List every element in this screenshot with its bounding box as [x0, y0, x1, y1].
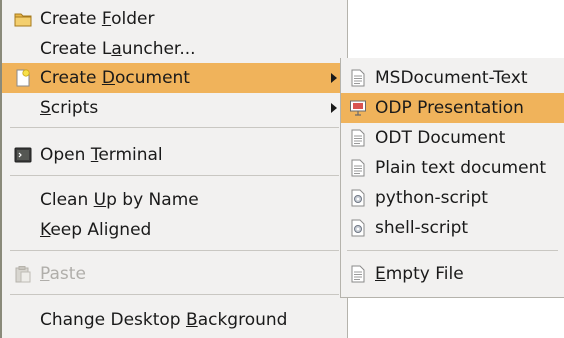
odt-document-item[interactable]: ODT Document [341, 123, 564, 153]
text-document-icon [349, 69, 367, 87]
create-document-item[interactable]: Create Document [2, 63, 347, 93]
odt-document-label: ODT Document [375, 128, 506, 148]
create-document-submenu: MSDocument-Text ODP Presentation ODT Doc… [340, 58, 564, 298]
shell-script-item[interactable]: shell-script [341, 213, 564, 243]
menu-separator [347, 250, 558, 251]
text-document-icon [349, 159, 367, 177]
text-document-icon [349, 265, 367, 283]
menu-separator [10, 294, 339, 295]
terminal-icon [14, 146, 32, 164]
keep-aligned-item[interactable]: Keep Aligned [2, 215, 347, 245]
submenu-arrow-icon [331, 103, 337, 113]
empty-file-item[interactable]: Empty File [341, 259, 564, 289]
odp-presentation-label: ODP Presentation [375, 98, 524, 118]
desktop-context-menu: Create Folder Create Launcher... Create … [0, 0, 348, 338]
menu-separator [10, 175, 339, 176]
paste-label: Paste [40, 264, 86, 284]
clean-up-by-name-item[interactable]: Clean Up by Name [2, 185, 347, 215]
presentation-icon [349, 99, 367, 117]
script-icon [349, 219, 367, 237]
shell-script-label: shell-script [375, 218, 469, 238]
create-document-label: Create Document [40, 68, 190, 88]
new-document-icon [14, 69, 32, 87]
python-script-item[interactable]: python-script [341, 183, 564, 213]
msdocument-text-label: MSDocument-Text [375, 68, 528, 88]
clean-up-by-name-label: Clean Up by Name [40, 190, 199, 210]
create-folder-label: Create Folder [40, 9, 155, 29]
plain-text-document-label: Plain text document [375, 158, 547, 178]
script-icon [349, 189, 367, 207]
scripts-label: Scripts [40, 98, 99, 118]
folder-icon [14, 10, 32, 28]
open-terminal-item[interactable]: Open Terminal [2, 140, 347, 170]
create-launcher-label: Create Launcher... [40, 39, 196, 59]
create-folder-item[interactable]: Create Folder [2, 4, 347, 34]
create-launcher-item[interactable]: Create Launcher... [2, 34, 347, 64]
scripts-item[interactable]: Scripts [2, 93, 347, 123]
paste-icon [14, 265, 32, 283]
change-desktop-background-item[interactable]: Change Desktop Background [2, 305, 347, 335]
text-document-icon [349, 129, 367, 147]
keep-aligned-label: Keep Aligned [40, 220, 152, 240]
msdocument-text-item[interactable]: MSDocument-Text [341, 63, 564, 93]
open-terminal-label: Open Terminal [40, 145, 163, 165]
empty-file-label: Empty File [375, 264, 464, 284]
python-script-label: python-script [375, 188, 488, 208]
paste-item: Paste [2, 259, 347, 289]
submenu-arrow-icon [331, 73, 337, 83]
menu-separator [10, 250, 339, 251]
plain-text-document-item[interactable]: Plain text document [341, 153, 564, 183]
menu-separator [10, 127, 339, 128]
change-desktop-background-label: Change Desktop Background [40, 310, 288, 330]
odp-presentation-item[interactable]: ODP Presentation [341, 93, 564, 123]
